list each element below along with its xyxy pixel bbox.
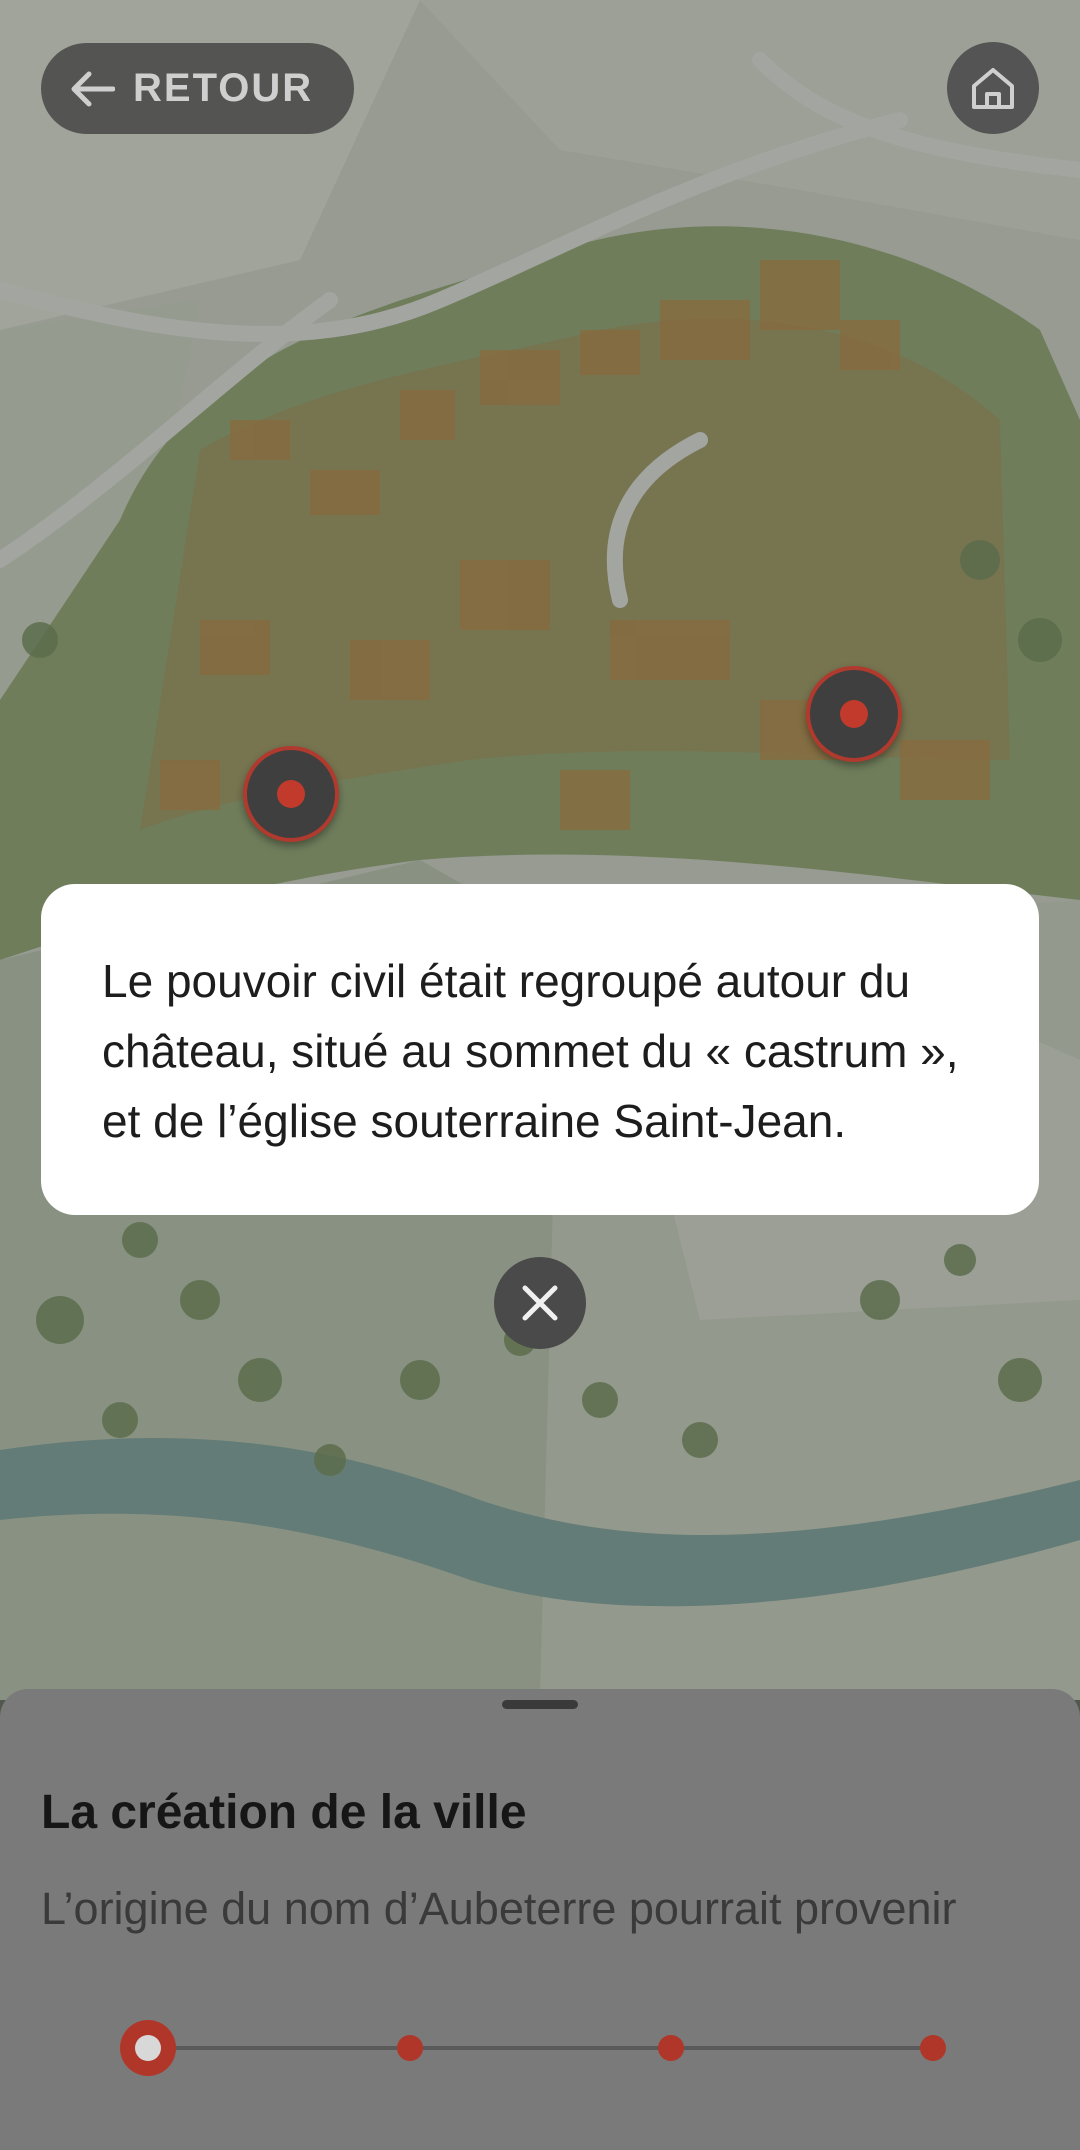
sheet-title: La création de la ville xyxy=(41,1786,527,1839)
sheet-drag-handle[interactable] xyxy=(502,1700,578,1709)
home-button[interactable] xyxy=(947,42,1039,134)
back-label: RETOUR xyxy=(133,66,314,110)
arrow-left-icon xyxy=(71,71,115,106)
map-illustration xyxy=(0,0,1080,1700)
village-map[interactable] xyxy=(0,0,1080,1700)
timeline-step-2[interactable] xyxy=(397,2035,423,2061)
info-popup: Le pouvoir civil était regroupé autour d… xyxy=(41,884,1039,1215)
close-popup-button[interactable] xyxy=(494,1257,586,1349)
sheet-text: L’origine du nom d’Aubeterre pourrait pr… xyxy=(41,1883,957,1934)
timeline xyxy=(120,2020,950,2076)
popup-text: Le pouvoir civil était regroupé autour d… xyxy=(102,955,959,1147)
timeline-step-3[interactable] xyxy=(658,2035,684,2061)
back-button[interactable]: RETOUR xyxy=(41,43,354,134)
map-marker-west[interactable] xyxy=(243,746,339,842)
timeline-step-4[interactable] xyxy=(920,2035,946,2061)
close-icon xyxy=(522,1285,558,1321)
home-icon xyxy=(972,68,1014,109)
timeline-line xyxy=(148,2046,938,2050)
map-marker-east[interactable] xyxy=(806,666,902,762)
marker-dot xyxy=(840,700,868,728)
marker-dot xyxy=(277,780,305,808)
bottom-sheet[interactable]: La création de la ville L’origine du nom… xyxy=(0,1689,1080,2150)
timeline-step-1[interactable] xyxy=(120,2020,176,2076)
